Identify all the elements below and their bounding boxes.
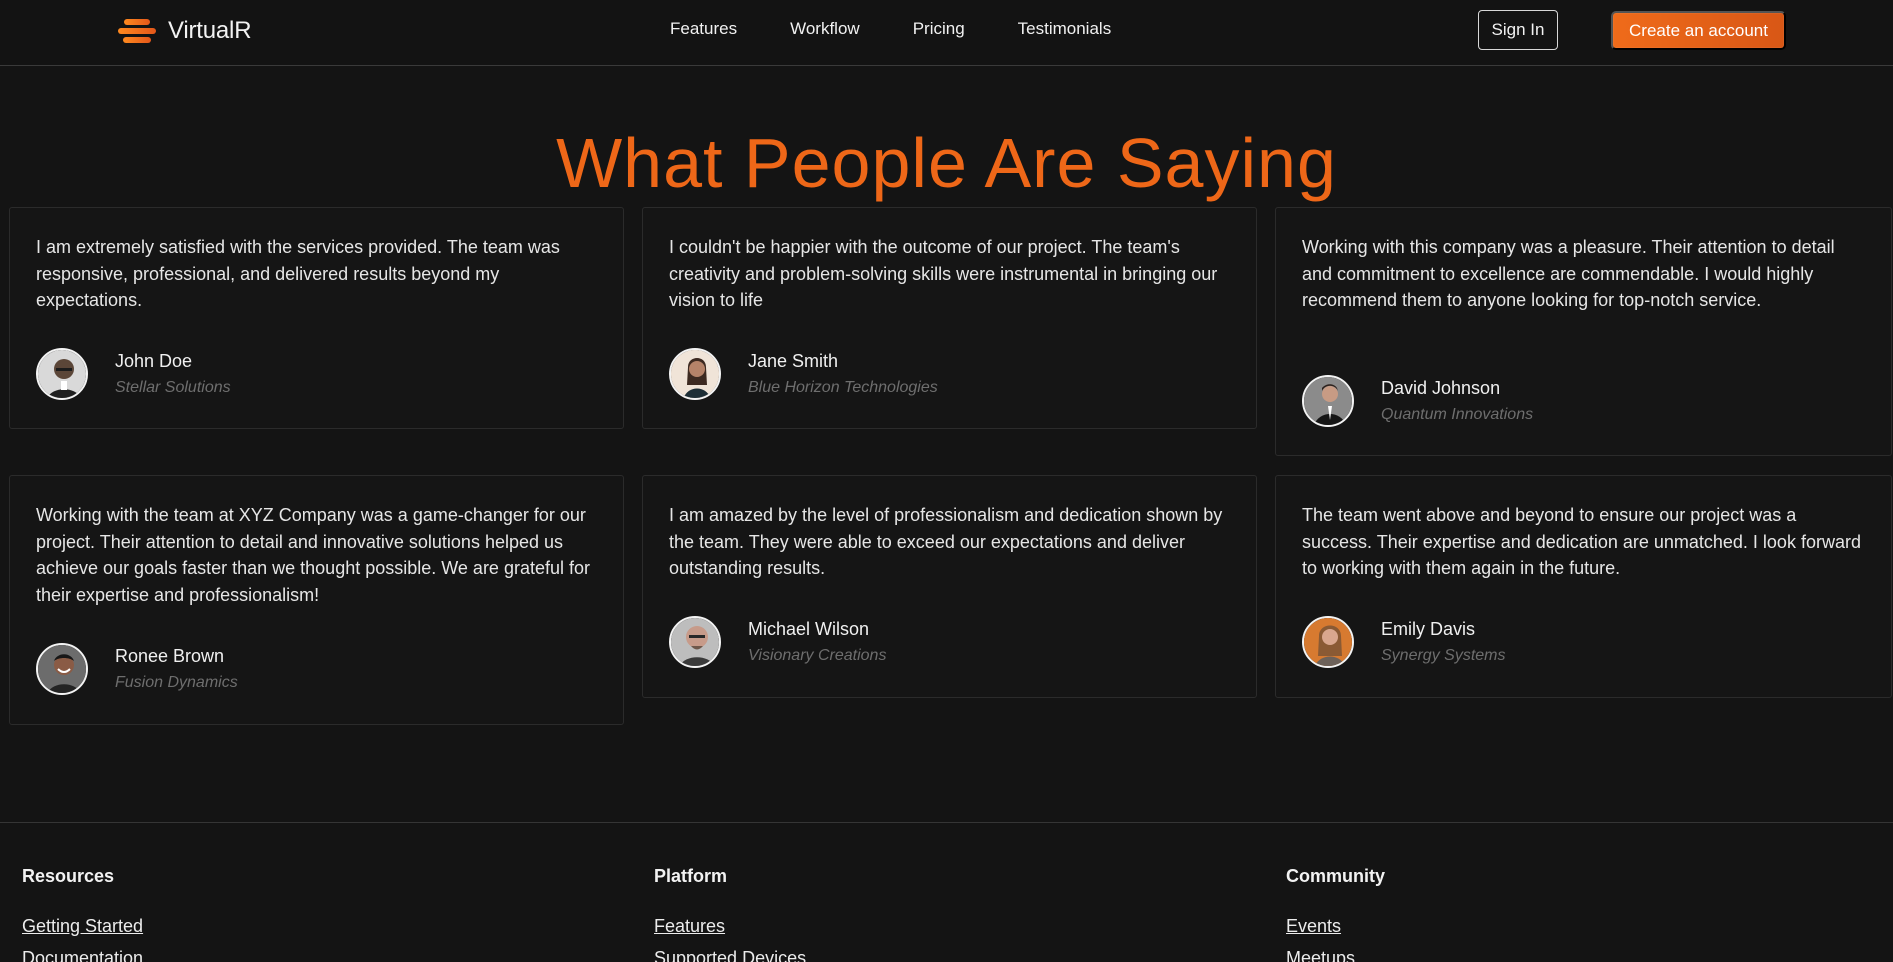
- testimonial-author: Jane Smith Blue Horizon Technologies: [669, 348, 938, 400]
- site-header: VirtualR Features Workflow Pricing Testi…: [0, 0, 1893, 66]
- testimonial-quote: The team went above and beyond to ensure…: [1302, 505, 1861, 578]
- testimonials-page: VirtualR Features Workflow Pricing Testi…: [0, 0, 1893, 962]
- author-company: Synergy Systems: [1381, 646, 1506, 664]
- footer-resources-heading: Resources: [22, 866, 115, 886]
- person-avatar-icon: [38, 645, 86, 693]
- testimonial-card-6: The team went above and beyond to ensure…: [1275, 475, 1892, 698]
- testimonial-quote: I am amazed by the level of professional…: [669, 505, 1223, 578]
- testimonial-author: Ronee Brown Fusion Dynamics: [36, 643, 238, 695]
- author-name: Jane Smith: [748, 350, 839, 371]
- avatar: [1302, 616, 1354, 668]
- testimonial-quote: I am extremely satisfied with the servic…: [36, 237, 560, 310]
- sign-in-button[interactable]: Sign In: [1478, 10, 1558, 50]
- author-company: Stellar Solutions: [115, 378, 231, 396]
- footer-documentation-link[interactable]: Documentation: [22, 942, 143, 962]
- testimonial-quote: I couldn't be happier with the outcome o…: [669, 237, 1218, 310]
- footer-getting-started-link[interactable]: Getting Started: [22, 910, 143, 942]
- footer-divider: [0, 822, 1893, 823]
- testimonial-card-4: Working with the team at XYZ Company was…: [9, 475, 624, 725]
- person-avatar-icon: [38, 350, 86, 398]
- footer-supported-devices-link[interactable]: Supported Devices: [654, 942, 806, 962]
- footer-features-link[interactable]: Features: [654, 910, 806, 942]
- virtualr-logo-icon: [118, 17, 156, 45]
- author-company: Visionary Creations: [748, 646, 887, 664]
- main-navigation: Features Workflow Pricing Testimonials: [670, 19, 1111, 39]
- testimonial-quote: Working with this company was a pleasure…: [1302, 237, 1835, 310]
- logo[interactable]: VirtualR: [118, 14, 252, 47]
- avatar: [36, 348, 88, 400]
- author-name: David Johnson: [1381, 377, 1501, 398]
- testimonial-card-3: Working with this company was a pleasure…: [1275, 207, 1892, 456]
- footer-community-heading: Community: [1286, 866, 1385, 886]
- author-name: Ronee Brown: [115, 645, 225, 666]
- nav-testimonials-link[interactable]: Testimonials: [1018, 19, 1112, 39]
- footer-platform-heading: Platform: [654, 866, 728, 886]
- nav-features-link[interactable]: Features: [670, 19, 737, 39]
- testimonial-card-5: I am amazed by the level of professional…: [642, 475, 1257, 698]
- avatar: [669, 616, 721, 668]
- author-company: Blue Horizon Technologies: [748, 378, 938, 396]
- testimonial-card-2: I couldn't be happier with the outcome o…: [642, 207, 1257, 429]
- logo-text: VirtualR: [168, 16, 252, 44]
- author-name: Emily Davis: [1381, 618, 1476, 639]
- testimonial-author: David Johnson Quantum Innovations: [1302, 375, 1533, 427]
- avatar: [669, 348, 721, 400]
- person-avatar-icon: [1304, 377, 1352, 425]
- person-avatar-icon: [671, 350, 719, 398]
- person-avatar-icon: [1304, 618, 1352, 666]
- author-name: John Doe: [115, 350, 193, 371]
- create-account-button[interactable]: Create an account: [1611, 11, 1786, 50]
- author-name: Michael Wilson: [748, 618, 870, 639]
- person-avatar-icon: [671, 618, 719, 666]
- testimonial-card-1: I am extremely satisfied with the servic…: [9, 207, 624, 429]
- testimonial-author: Michael Wilson Visionary Creations: [669, 616, 886, 668]
- footer-platform-column: Platform Features Supported Devices: [654, 866, 806, 962]
- footer-resources-column: Resources Getting Started Documentation: [22, 866, 143, 962]
- nav-pricing-link[interactable]: Pricing: [913, 19, 965, 39]
- author-company: Quantum Innovations: [1381, 405, 1534, 423]
- avatar: [36, 643, 88, 695]
- testimonial-author: John Doe Stellar Solutions: [36, 348, 231, 400]
- section-title: What People Are Saying: [556, 123, 1337, 202]
- footer-events-link[interactable]: Events: [1286, 910, 1385, 942]
- testimonial-quote: Working with the team at XYZ Company was…: [36, 505, 590, 605]
- author-company: Fusion Dynamics: [115, 673, 238, 691]
- nav-workflow-link[interactable]: Workflow: [790, 19, 860, 39]
- footer-meetups-link[interactable]: Meetups: [1286, 942, 1385, 962]
- footer-community-column: Community Events Meetups: [1286, 866, 1385, 962]
- testimonial-author: Emily Davis Synergy Systems: [1302, 616, 1505, 668]
- avatar: [1302, 375, 1354, 427]
